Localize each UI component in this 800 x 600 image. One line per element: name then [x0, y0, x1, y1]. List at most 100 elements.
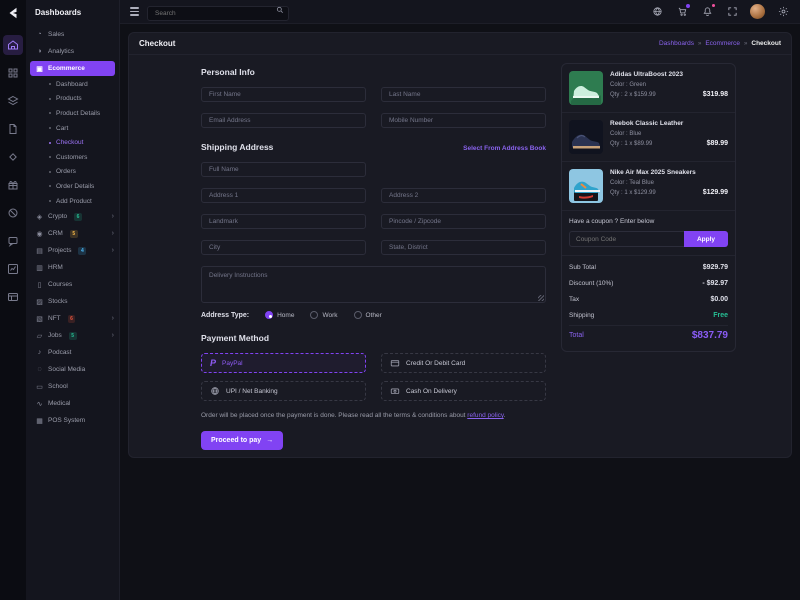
mobile-field[interactable] [381, 113, 546, 128]
sidebar-subitem-product-details[interactable]: Product Details [26, 106, 119, 121]
sidebar-item-sales[interactable]: ◔ Sales [26, 26, 119, 43]
ecommerce-icon: ▣ [35, 65, 44, 73]
sidebar-subitem-order-details[interactable]: Order Details [26, 179, 119, 194]
nft-badge: 6 [68, 315, 76, 323]
icon-rail [0, 0, 26, 600]
sidebar-item-crypto[interactable]: ◈ Crypto 6 › [26, 208, 119, 225]
bullet-icon [49, 185, 51, 187]
rail-tables-icon[interactable] [3, 287, 23, 307]
sidebar-item-podcast[interactable]: ♪ Podcast [26, 344, 119, 361]
apply-coupon-button[interactable]: Apply [684, 231, 728, 247]
radio-icon [310, 311, 318, 319]
notifications-bell-icon[interactable] [700, 5, 714, 19]
jobs-icon: ▱ [35, 332, 44, 340]
delivery-instructions-wrap [201, 266, 546, 303]
full-name-field[interactable] [201, 162, 366, 177]
projects-icon: ▤ [35, 247, 44, 255]
notifications-badge [711, 3, 716, 8]
medical-icon: ∿ [35, 400, 44, 408]
sidebar-item-courses[interactable]: ▯ Courses [26, 276, 119, 293]
rail-home-icon[interactable] [3, 35, 23, 55]
courses-icon: ▯ [35, 281, 44, 289]
sidebar-subitem-customers[interactable]: Customers [26, 150, 119, 165]
sidebar-subitem-cart[interactable]: Cart [26, 121, 119, 136]
user-avatar[interactable] [750, 4, 765, 19]
email-field[interactable] [201, 113, 366, 128]
sidebar-item-analytics[interactable]: ◑ Analytics [26, 43, 119, 60]
payment-option-cod[interactable]: Cash On Delivery [381, 381, 546, 401]
chevron-right-icon: › [112, 247, 114, 254]
bullet-icon [49, 112, 51, 114]
first-name-field[interactable] [201, 87, 366, 102]
shipping-row: Shipping Free [569, 307, 728, 323]
sidebar-subitem-add-product[interactable]: Add Product [26, 194, 119, 209]
radio-icon [265, 311, 273, 319]
address-type-work[interactable]: Work [310, 311, 337, 319]
crm-badge: 5 [70, 230, 78, 238]
sidebar-item-hrm[interactable]: ▥ HRM [26, 259, 119, 276]
last-name-field[interactable] [381, 87, 546, 102]
pos-system-icon: ▦ [35, 417, 44, 425]
language-globe-icon[interactable] [650, 5, 664, 19]
subtotal-row: Sub Total $929.79 [569, 259, 728, 275]
total-row: Total $837.79 [569, 325, 728, 345]
breadcrumb-ecommerce[interactable]: Ecommerce [705, 40, 740, 47]
delivery-instructions-field[interactable] [201, 266, 546, 303]
bullet-icon [49, 142, 51, 144]
menu-toggle-icon[interactable] [130, 7, 139, 15]
state-field[interactable] [381, 240, 546, 255]
address-book-link[interactable]: Select From Address Book [463, 145, 546, 152]
app-logo-icon[interactable] [6, 6, 20, 25]
payment-option-card[interactable]: Credit Or Debit Card [381, 353, 546, 373]
sidebar-item-ecommerce[interactable]: ▣ Ecommerce [30, 61, 115, 76]
sidebar-item-school[interactable]: ▭ School [26, 378, 119, 395]
pincode-field[interactable] [381, 214, 546, 229]
sidebar-item-projects[interactable]: ▤ Projects 4 › [26, 242, 119, 259]
address2-field[interactable] [381, 188, 546, 203]
projects-badge: 4 [78, 247, 86, 255]
address1-field[interactable] [201, 188, 366, 203]
rail-auth-icon[interactable] [3, 203, 23, 223]
rail-apps-icon[interactable] [3, 63, 23, 83]
sidebar-item-medical[interactable]: ∿ Medical [26, 395, 119, 412]
sidebar-subitem-dashboard[interactable]: Dashboard [26, 77, 119, 92]
radio-icon [354, 311, 362, 319]
sidebar-item-pos-system[interactable]: ▦ POS System [26, 412, 119, 429]
sidebar-subitem-orders[interactable]: Orders [26, 165, 119, 180]
coupon-code-input[interactable] [569, 231, 684, 247]
rail-gift-icon[interactable] [3, 175, 23, 195]
landmark-field[interactable] [201, 214, 366, 229]
topbar [120, 0, 800, 24]
chevron-right-icon: › [112, 332, 114, 339]
sidebar-item-crm[interactable]: ◉ CRM 5 › [26, 225, 119, 242]
jobs-badge: 5 [69, 332, 77, 340]
rail-chat-icon[interactable] [3, 231, 23, 251]
rail-pages-icon[interactable] [3, 119, 23, 139]
sidebar-item-social-media[interactable]: ◌ Social Media [26, 361, 119, 378]
rail-charts-icon[interactable] [3, 259, 23, 279]
sidebar-item-nft[interactable]: ▧ NFT 6 › [26, 310, 119, 327]
city-field[interactable] [201, 240, 366, 255]
address-type-other[interactable]: Other [354, 311, 382, 319]
nft-icon: ▧ [35, 315, 44, 323]
sidebar-item-stocks[interactable]: ▨ Stocks [26, 293, 119, 310]
payment-method-heading: Payment Method [201, 333, 269, 343]
fullscreen-icon[interactable] [725, 5, 739, 19]
sidebar-subitem-products[interactable]: Products [26, 92, 119, 107]
settings-gear-icon[interactable] [776, 5, 790, 19]
cart-icon[interactable] [675, 5, 689, 19]
rail-utilities-icon[interactable] [3, 147, 23, 167]
breadcrumb-dashboards[interactable]: Dashboards [659, 40, 694, 47]
sidebar-item-jobs[interactable]: ▱ Jobs 5 › [26, 327, 119, 344]
cart-badge [685, 3, 691, 9]
rail-layers-icon[interactable] [3, 91, 23, 111]
order-summary-panel: Adidas UltraBoost 2023 Color : Green Qty… [561, 63, 736, 352]
payment-option-paypal[interactable]: P PayPal [201, 353, 366, 373]
address-type-home[interactable]: Home [265, 311, 294, 319]
sidebar-subitem-checkout[interactable]: Checkout [26, 135, 119, 150]
refund-policy-link[interactable]: refund policy [467, 412, 503, 419]
bullet-icon [49, 98, 51, 100]
search-input[interactable] [147, 6, 289, 21]
proceed-to-pay-button[interactable]: Proceed to pay → [201, 431, 283, 450]
payment-option-upi[interactable]: UPI / Net Banking [201, 381, 366, 401]
